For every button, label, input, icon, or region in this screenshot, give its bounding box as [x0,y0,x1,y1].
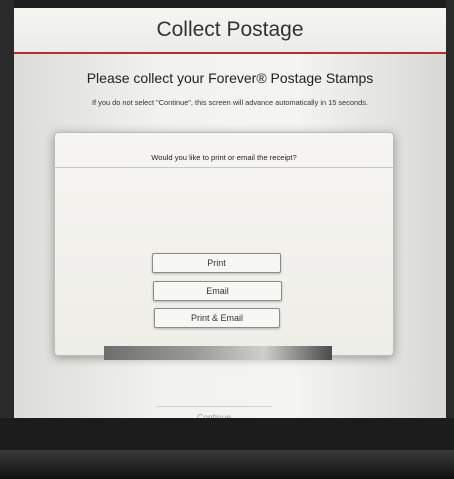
page-title: Collect Postage [156,18,304,41]
receipt-question: Would you like to print or email the rec… [151,153,297,162]
kiosk-screen: Collect Postage Please collect your Fore… [14,8,446,418]
monitor-bezel-right [446,0,454,479]
continue-button[interactable]: Continue [156,406,272,418]
print-and-email-button[interactable]: Print & Email [154,308,280,328]
header-divider [14,52,446,54]
email-button[interactable]: Email [153,281,282,301]
monitor-bezel-top [0,0,454,8]
print-button[interactable]: Print [152,253,281,273]
auto-advance-notice: If you do not select "Continue", this sc… [92,98,368,107]
monitor-bezel-lip [0,450,454,479]
monitor-bezel-bottom [0,418,454,479]
dialog-divider [55,167,393,168]
receipt-dialog: Would you like to print or email the rec… [54,132,394,356]
collect-stamps-heading: Please collect your Forever® Postage Sta… [86,70,374,86]
header-bar: Collect Postage [14,8,446,52]
monitor-bezel-left [0,0,14,479]
background-image-strip [104,346,332,360]
